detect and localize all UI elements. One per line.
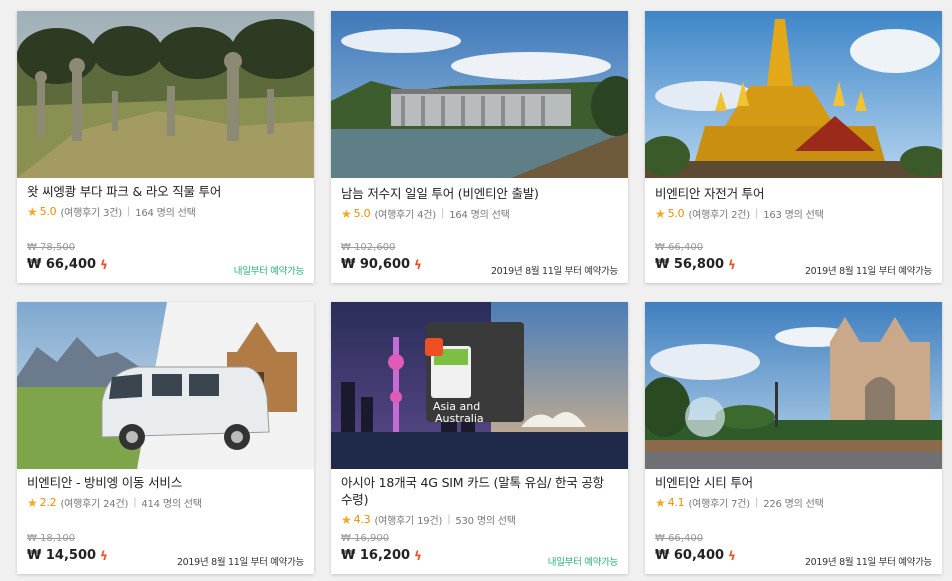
selected-count: 414 명의 선택 [141,499,202,510]
divider: | [441,208,445,219]
product-title[interactable]: 비엔티안 - 방비엥 이동 서비스 [27,474,304,491]
rating-value: 5.0 [353,207,371,220]
review-count: (여행후기 4건) [374,210,437,221]
sale-price-value: ₩ 16,200 [341,548,411,563]
sale-price-value: ₩ 14,500 [27,548,97,563]
rating-value: 2.2 [39,496,57,509]
buddha-park-photo[interactable] [17,11,314,178]
sale-price: ₩ 56,800 ϟ [655,257,736,272]
selected-count: 163 명의 선택 [763,210,824,221]
divider: | [755,208,759,219]
star-icon: ★ [341,206,352,221]
divider: | [755,497,759,508]
review-count: (여행후기 19건) [374,516,443,527]
availability-text: 2019년 8월 11일 부터 예약가능 [804,266,932,277]
original-price: ₩ 16,900 [341,533,390,544]
review-count: (여행후기 3건) [60,208,123,219]
star-icon: ★ [341,512,352,527]
lightning-icon: ϟ [414,257,422,272]
availability-text: 내일부터 예약가능 [233,266,305,277]
star-icon: ★ [27,495,38,510]
review-count: (여행후기 7건) [688,499,751,510]
sale-price-value: ₩ 56,800 [655,257,725,272]
sale-price-value: ₩ 66,400 [27,257,97,272]
availability-text: 내일부터 예약가능 [547,557,619,568]
golden-stupa-photo[interactable] [645,11,942,178]
product-card[interactable]: 왓 씨엥쾅 부다 파크 & 라오 직물 투어 ★ 5.0 (여행후기 3건) |… [17,11,314,283]
product-meta: ★ 2.2 (여행후기 24건) | 414 명의 선택 [27,495,202,511]
dam-reservoir-photo[interactable] [331,11,628,178]
lightning-icon: ϟ [728,548,736,563]
original-price: ₩ 18,100 [27,533,76,544]
product-title[interactable]: 비엔티안 자전거 투어 [655,185,932,202]
selected-count: 164 명의 선택 [135,208,196,219]
sale-price: ₩ 60,400 ϟ [655,548,736,563]
sale-price: ₩ 90,600 ϟ [341,257,422,272]
product-title[interactable]: 비엔티안 시티 투어 [655,474,932,491]
review-count: (여행후기 2건) [688,210,751,221]
availability-text: 2019년 8월 11일 부터 예약가능 [804,557,932,568]
rating-value: 4.3 [353,513,371,526]
product-meta: ★ 5.0 (여행후기 2건) | 163 명의 선택 [655,206,824,222]
review-count: (여행후기 24건) [60,499,129,510]
product-card[interactable]: Asia and Australia 아시아 18개국 4G SIM 카드 (말… [331,302,628,574]
rating-value: 5.0 [667,207,685,220]
product-meta: ★ 4.1 (여행후기 7건) | 226 명의 선택 [655,495,824,511]
rating-value: 4.1 [667,496,685,509]
star-icon: ★ [655,206,666,221]
product-title[interactable]: 아시아 18개국 4G SIM 카드 (말톡 유심/ 한국 공항 수령) [341,474,618,508]
divider: | [133,497,137,508]
product-card[interactable]: 남늠 저수지 일일 투어 (비엔티안 출발) ★ 5.0 (여행후기 4건) |… [331,11,628,283]
lightning-icon: ϟ [100,548,108,563]
product-card[interactable]: 비엔티안 자전거 투어 ★ 5.0 (여행후기 2건) | 163 명의 선택 … [645,11,942,283]
rating-value: 5.0 [39,205,57,218]
lightning-icon: ϟ [414,548,422,563]
sale-price: ₩ 16,200 ϟ [341,548,422,563]
selected-count: 164 명의 선택 [449,210,510,221]
availability-text: 2019년 8월 11일 부터 예약가능 [490,266,618,277]
van-transfer-photo[interactable] [17,302,314,469]
selected-count: 226 명의 선택 [763,499,824,510]
product-meta: ★ 5.0 (여행후기 4건) | 164 명의 선택 [341,206,510,222]
divider: | [127,206,131,217]
patuxai-monument-photo[interactable] [645,302,942,469]
product-card[interactable]: 비엔티안 시티 투어 ★ 4.1 (여행후기 7건) | 226 명의 선택 ₩… [645,302,942,574]
product-card[interactable]: 비엔티안 - 방비엥 이동 서비스 ★ 2.2 (여행후기 24건) | 414… [17,302,314,574]
product-meta: ★ 4.3 (여행후기 19건) | 530 명의 선택 [341,512,516,528]
lightning-icon: ϟ [100,257,108,272]
availability-text: 2019년 8월 11일 부터 예약가능 [176,557,304,568]
sale-price-value: ₩ 90,600 [341,257,411,272]
original-price: ₩ 66,400 [655,242,704,253]
product-meta: ★ 5.0 (여행후기 3건) | 164 명의 선택 [27,204,196,220]
star-icon: ★ [655,495,666,510]
sale-price-value: ₩ 60,400 [655,548,725,563]
star-icon: ★ [27,204,38,219]
product-title[interactable]: 왓 씨엥쾅 부다 파크 & 라오 직물 투어 [27,183,304,200]
sim-text-2: Australia [435,412,484,425]
original-price: ₩ 66,400 [655,533,704,544]
original-price: ₩ 102,600 [341,242,396,253]
sim-card-photo[interactable]: Asia and Australia [331,302,628,469]
product-title[interactable]: 남늠 저수지 일일 투어 (비엔티안 출발) [341,185,618,202]
original-price: ₩ 78,500 [27,242,76,253]
lightning-icon: ϟ [728,257,736,272]
selected-count: 530 명의 선택 [455,516,516,527]
sale-price: ₩ 14,500 ϟ [27,548,108,563]
divider: | [447,514,451,525]
sale-price: ₩ 66,400 ϟ [27,257,108,272]
